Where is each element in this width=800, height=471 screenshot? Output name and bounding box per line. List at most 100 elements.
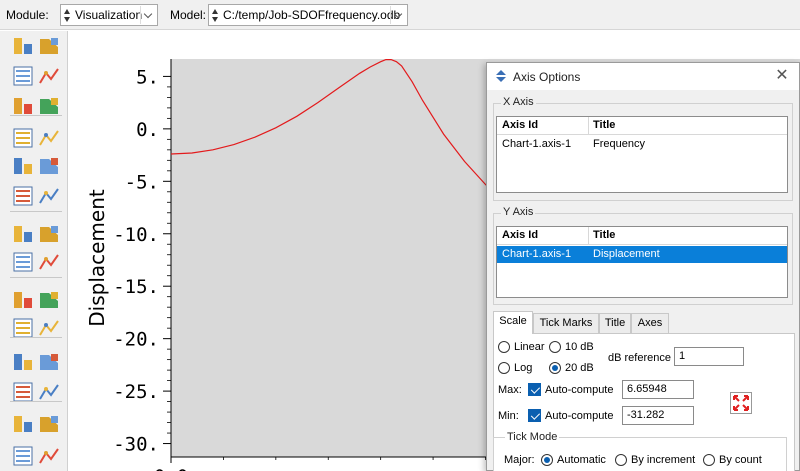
db-reference-label: dB reference	[608, 352, 671, 364]
chevron-down-icon[interactable]	[140, 6, 156, 24]
animation-options-icon[interactable]	[38, 251, 60, 273]
orientation-options-icon[interactable]	[38, 185, 60, 207]
xy-manager-icon[interactable]	[38, 289, 60, 311]
symbol-options-icon[interactable]	[38, 155, 60, 177]
tick-automatic-radio[interactable]	[541, 454, 553, 466]
db20-radio[interactable]	[549, 362, 561, 374]
path-icon[interactable]	[12, 351, 34, 373]
linear-radio[interactable]	[498, 341, 510, 353]
max-value-input[interactable]: 6.65948	[622, 380, 694, 399]
spin-arrows-icon[interactable]	[211, 7, 220, 23]
log-radio[interactable]	[498, 362, 510, 374]
tab-title[interactable]: Title	[599, 313, 631, 334]
axis-title-cell: Frequency	[593, 138, 645, 150]
common-options-icon[interactable]	[38, 445, 60, 467]
y-tick-label: 5.	[136, 66, 159, 88]
tick-mode-label: Tick Mode	[505, 431, 560, 443]
symbol-plot-icon[interactable]	[12, 155, 34, 177]
max-auto-label: Auto-compute	[545, 384, 614, 396]
report-options-icon[interactable]	[38, 317, 60, 339]
view-cut-icon[interactable]	[12, 381, 34, 403]
max-auto-checkbox[interactable]	[528, 383, 541, 396]
db10-label: 10 dB	[565, 341, 594, 353]
multiple-plot-states-icon[interactable]	[38, 35, 60, 57]
xy-data-icon[interactable]	[12, 65, 34, 87]
animate-time-icon[interactable]	[38, 223, 60, 245]
tab-axes[interactable]: Axes	[631, 313, 669, 334]
axis-options-icon	[496, 70, 506, 82]
y-axis-group-label: Y Axis	[501, 206, 536, 218]
x-axis-table[interactable]: Axis Id Title Chart-1.axis-1 Frequency	[496, 116, 788, 193]
tick-by-count-radio[interactable]	[703, 454, 715, 466]
toolbox	[0, 31, 68, 471]
x-axis-group-label: X Axis	[501, 96, 536, 108]
y-tick-label: -10.	[113, 224, 159, 246]
min-auto-label: Auto-compute	[545, 410, 614, 422]
y-axis-label: Displacement	[85, 189, 109, 327]
min-value-input[interactable]: -31.282	[622, 406, 694, 425]
y-tick-label: -20.	[113, 329, 159, 351]
auto-fit-button[interactable]	[730, 392, 752, 414]
table-row[interactable]: Chart-1.axis-1 Frequency	[497, 136, 787, 153]
axis-id-cell: Chart-1.axis-1	[502, 138, 572, 150]
contour-options-icon[interactable]	[38, 127, 60, 149]
tool-query-icon[interactable]	[12, 445, 34, 467]
view-cut-manager-icon[interactable]	[38, 381, 60, 403]
tab-tick-marks[interactable]: Tick Marks	[533, 313, 599, 334]
tick-by-increment-radio[interactable]	[615, 454, 627, 466]
animate-harmonic-icon[interactable]	[12, 251, 34, 273]
display-options-icon[interactable]	[38, 413, 60, 435]
close-icon[interactable]: ✕	[773, 67, 791, 85]
y-axis-table[interactable]: Axis Id Title Chart-1.axis-1 Displacemen…	[496, 226, 788, 298]
plot-contours-icon[interactable]	[12, 127, 34, 149]
toolbox-separator	[10, 277, 62, 278]
deformed-shape-icon[interactable]	[12, 95, 34, 117]
col-title: Title	[593, 119, 616, 131]
auto-fit-icon	[731, 393, 751, 413]
db10-radio[interactable]	[549, 341, 561, 353]
model-label: Model:	[170, 8, 207, 22]
db-reference-input[interactable]: 1	[674, 347, 744, 366]
col-title: Title	[593, 229, 616, 241]
module-combo[interactable]: Visualization	[60, 4, 158, 26]
min-auto-checkbox[interactable]	[528, 409, 541, 422]
tick-by-increment-label: By increment	[631, 454, 696, 466]
table-row-selected[interactable]: Chart-1.axis-1 Displacement	[497, 246, 787, 263]
y-tick-label: -15.	[113, 276, 159, 298]
major-label: Major:	[504, 454, 535, 466]
x-tick-label: 0.0	[154, 466, 188, 471]
xy-plot-icon[interactable]	[38, 65, 60, 87]
toolbox-separator	[10, 337, 62, 338]
module-value: Visualization	[75, 8, 143, 22]
linear-label: Linear	[514, 341, 545, 353]
model-value: C:/temp/Job-SDOFfrequency.odb	[223, 8, 401, 22]
context-bar: Module: Visualization Model: C:/temp/Job…	[0, 0, 800, 30]
axis-options-dialog: Axis Options ✕ X Axis Axis Id Title Char…	[486, 62, 800, 471]
table-header: Axis Id Title	[497, 227, 787, 245]
chevron-down-icon[interactable]	[390, 6, 406, 24]
tick-automatic-label: Automatic	[557, 454, 606, 466]
col-axis-id: Axis Id	[502, 229, 539, 241]
module-label: Module:	[6, 8, 49, 22]
abaqus-window: Module: Visualization Model: C:/temp/Job…	[0, 0, 800, 471]
color-code-icon[interactable]	[38, 95, 60, 117]
spin-arrows-icon[interactable]	[63, 7, 72, 23]
log-label: Log	[514, 362, 533, 374]
max-label: Max:	[498, 384, 522, 396]
tick-by-count-label: By count	[719, 454, 762, 466]
display-group-icon[interactable]	[12, 413, 34, 435]
y-tick-label: 0.	[136, 119, 159, 141]
toolbox-separator	[10, 211, 62, 212]
dialog-titlebar[interactable]: Axis Options ✕	[487, 63, 799, 90]
contour-plot-icon[interactable]	[12, 35, 34, 57]
y-tick-label: -25.	[113, 381, 159, 403]
axis-title-cell: Displacement	[593, 248, 660, 260]
field-output-icon[interactable]	[12, 317, 34, 339]
plot-xy-icon[interactable]	[38, 351, 60, 373]
model-combo[interactable]: C:/temp/Job-SDOFfrequency.odb	[208, 4, 408, 26]
create-xy-data-icon[interactable]	[12, 289, 34, 311]
material-orientation-icon[interactable]	[12, 185, 34, 207]
min-label: Min:	[498, 410, 519, 422]
tab-scale[interactable]: Scale	[493, 311, 533, 334]
animate-scale-icon[interactable]	[12, 223, 34, 245]
